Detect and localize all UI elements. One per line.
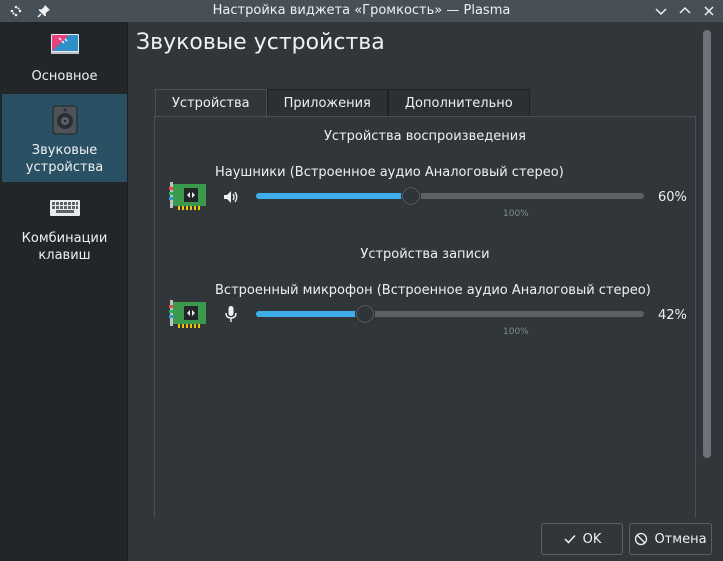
sidebar-item-label: Основное bbox=[31, 69, 98, 84]
playback-volume-slider[interactable] bbox=[256, 186, 644, 206]
playback-volume-percent: 60% bbox=[658, 190, 687, 205]
sidebar-item-sound-devices[interactable]: Звуковые устройства bbox=[2, 94, 127, 182]
playback-volume-handle[interactable] bbox=[401, 186, 421, 206]
sidebar-item-shortcuts[interactable]: Комбинации клавиш bbox=[2, 192, 127, 272]
capture-tick-label: 100% bbox=[503, 327, 529, 337]
window-title: Настройка виджета «Громкость» — Plasma bbox=[212, 3, 511, 18]
capture-device-name: Встроенный микрофон (Встроенное аудио Ан… bbox=[215, 283, 651, 298]
speaker-volume-icon[interactable] bbox=[222, 188, 240, 206]
microphone-icon[interactable] bbox=[222, 305, 240, 323]
ok-button[interactable]: OK bbox=[541, 523, 623, 555]
tab-devices[interactable]: Устройства bbox=[155, 89, 267, 118]
scrollbar[interactable] bbox=[703, 30, 711, 458]
chevron-up-icon[interactable] bbox=[677, 3, 693, 19]
checkmark-icon bbox=[564, 534, 576, 544]
playback-volume-fill bbox=[256, 193, 411, 199]
cancel-button-label: Отмена bbox=[654, 531, 707, 547]
ok-button-label: OK bbox=[582, 531, 602, 547]
window-titlebar: Настройка виджета «Громкость» — Plasma bbox=[0, 0, 723, 22]
tab-advanced[interactable]: Дополнительно bbox=[387, 89, 530, 117]
speaker-device-icon bbox=[52, 105, 77, 135]
playback-tick-label: 100% bbox=[503, 209, 529, 219]
cancel-icon bbox=[635, 532, 648, 546]
pin-icon[interactable] bbox=[36, 3, 52, 19]
scrollbar-thumb[interactable] bbox=[703, 30, 711, 458]
tab-bar: Устройства Приложения Дополнительно bbox=[155, 89, 530, 118]
playback-device-name: Наушники (Встроенное аудио Аналоговый ст… bbox=[215, 165, 564, 180]
sidebar-item-label: Звуковые устройства bbox=[25, 143, 104, 175]
keyboard-icon bbox=[49, 200, 80, 216]
chevron-down-icon[interactable] bbox=[653, 3, 669, 19]
close-icon[interactable] bbox=[701, 3, 717, 19]
settings-sidebar: Основное Звуковые устройства Комбинации … bbox=[0, 22, 128, 561]
cancel-button[interactable]: Отмена bbox=[629, 523, 712, 555]
sound-card-icon bbox=[169, 182, 206, 210]
capture-section-title: Устройства записи bbox=[360, 247, 490, 262]
capture-volume-handle[interactable] bbox=[355, 304, 375, 324]
sidebar-item-label: Комбинации клавиш bbox=[21, 231, 108, 263]
general-settings-icon bbox=[50, 34, 79, 54]
page-title: Звуковые устройства bbox=[136, 30, 385, 55]
capture-volume-fill bbox=[256, 311, 365, 317]
capture-volume-slider[interactable] bbox=[256, 304, 644, 324]
sound-card-icon bbox=[169, 300, 206, 328]
capture-volume-percent: 42% bbox=[658, 308, 687, 323]
tab-applications[interactable]: Приложения bbox=[266, 89, 388, 117]
playback-section-title: Устройства воспроизведения bbox=[323, 129, 527, 144]
kde-menu-icon[interactable] bbox=[8, 3, 24, 19]
sidebar-item-general[interactable]: Основное bbox=[2, 30, 127, 94]
